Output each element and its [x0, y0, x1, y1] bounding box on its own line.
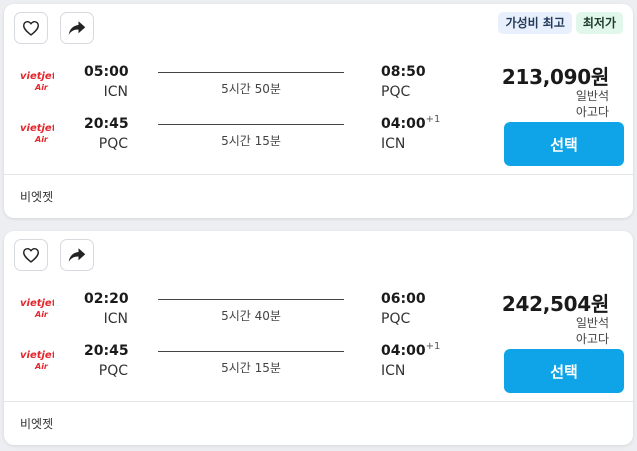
vietjet-air-logo-icon: vietjet Air [20, 71, 54, 92]
route-line [158, 124, 344, 125]
inbound-leg: vietjet Air 20:45 PQC 5시간 15분 04:00+1 IC… [4, 341, 504, 382]
arrival-time: 04:00+1 [381, 341, 441, 359]
departure-airport: PQC [98, 363, 128, 379]
heart-outline-icon [23, 20, 39, 36]
arrival-airport: ICN [381, 136, 406, 152]
route-line [158, 72, 344, 73]
arrival-airport: PQC [381, 84, 411, 100]
favorite-button[interactable] [14, 239, 48, 271]
select-button[interactable]: 선택 [504, 349, 624, 393]
flight-duration: 5시간 15분 [221, 134, 281, 148]
arrival-day-offset: +1 [425, 114, 441, 125]
price: 213,090원 [501, 65, 609, 89]
departure-time: 02:20 [84, 291, 129, 307]
booking-provider: 아고다 [575, 105, 609, 119]
svg-text:vietjet: vietjet [20, 298, 54, 309]
svg-text:Air: Air [34, 83, 49, 92]
flight-result-card: 가성비 최고 최저가 vietjet Air 05:00 ICN 5시간 50분… [4, 4, 633, 218]
arrival-day-offset: +1 [425, 341, 441, 352]
outbound-leg: vietjet Air 05:00 ICN 5시간 50분 08:50 PQC [4, 63, 504, 103]
inbound-leg: vietjet Air 20:45 PQC 5시간 15분 04:00+1 IC… [4, 114, 504, 155]
svg-text:Air: Air [34, 310, 49, 319]
svg-text:Air: Air [34, 135, 49, 144]
flight-result-card: vietjet Air 02:20 ICN 5시간 40분 06:00 PQC … [4, 231, 633, 445]
departure-airport: ICN [103, 311, 128, 327]
departure-time: 20:45 [84, 116, 129, 132]
cabin-class: 일반석 [575, 89, 609, 103]
flight-duration: 5시간 50분 [221, 82, 281, 96]
route-line [158, 351, 344, 352]
arrival-airport: PQC [381, 311, 411, 327]
svg-text:vietjet: vietjet [20, 350, 54, 361]
booking-provider: 아고다 [575, 332, 609, 346]
select-button[interactable]: 선택 [504, 122, 624, 166]
share-arrow-icon [68, 248, 86, 262]
flight-duration: 5시간 40분 [221, 309, 281, 323]
departure-airport: ICN [103, 84, 128, 100]
svg-text:vietjet: vietjet [20, 123, 54, 134]
airline-name: 비엣젯 [20, 190, 54, 204]
favorite-button[interactable] [14, 12, 48, 44]
best-value-badge: 가성비 최고 [498, 12, 572, 34]
departure-time: 20:45 [84, 343, 129, 359]
divider [4, 174, 633, 175]
vietjet-air-logo-icon: vietjet Air [20, 123, 54, 144]
badge-group: 가성비 최고 최저가 [498, 12, 623, 34]
svg-text:Air: Air [34, 362, 49, 371]
arrival-time: 08:50 [381, 64, 426, 80]
departure-time: 05:00 [84, 64, 129, 80]
share-button[interactable] [60, 239, 94, 271]
arrival-airport: ICN [381, 363, 406, 379]
arrival-time: 06:00 [381, 291, 426, 307]
flight-duration: 5시간 15분 [221, 361, 281, 375]
airline-name: 비엣젯 [20, 417, 54, 431]
divider [4, 401, 633, 402]
route-line [158, 299, 344, 300]
vietjet-air-logo-icon: vietjet Air [20, 298, 54, 319]
share-button[interactable] [60, 12, 94, 44]
vietjet-air-logo-icon: vietjet Air [20, 350, 54, 371]
heart-outline-icon [23, 247, 39, 263]
cabin-class: 일반석 [575, 316, 609, 330]
share-arrow-icon [68, 21, 86, 35]
price: 242,504원 [501, 292, 609, 316]
outbound-leg: vietjet Air 02:20 ICN 5시간 40분 06:00 PQC [4, 290, 504, 330]
svg-text:vietjet: vietjet [20, 71, 54, 82]
cheapest-badge: 최저가 [575, 12, 623, 34]
departure-airport: PQC [98, 136, 128, 152]
arrival-time: 04:00+1 [381, 114, 441, 132]
